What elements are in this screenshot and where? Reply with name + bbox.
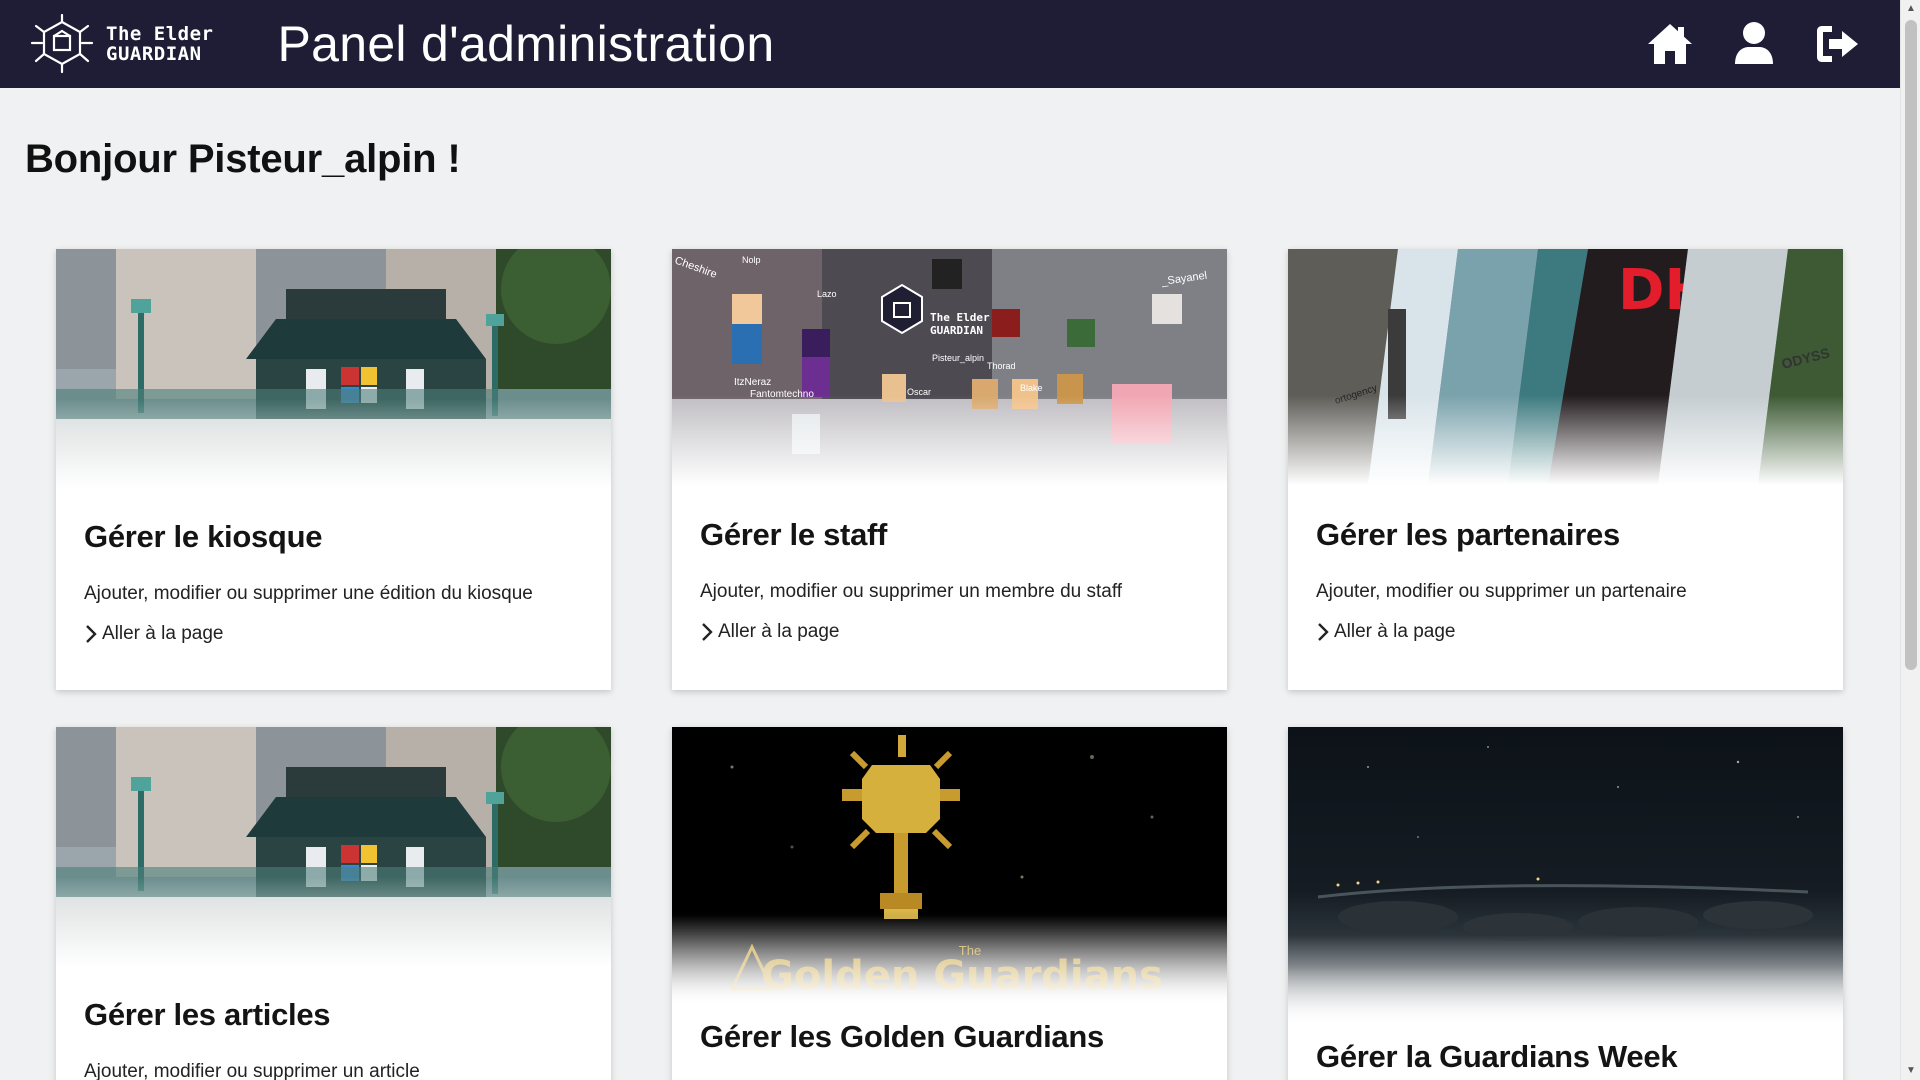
scrollbar-thumb[interactable]	[1905, 20, 1917, 670]
home-icon	[1648, 24, 1692, 64]
golden-guardians-image: The Golden Guardians	[672, 727, 1227, 1005]
logo-line-1: The Elder	[106, 23, 214, 45]
card-image-staff: The Elder GUARDIAN Cheshire Nolp Lazo Pi…	[672, 249, 1227, 485]
greeting-heading: Bonjour Pisteur_alpin !	[25, 137, 461, 181]
card-image-partenaires: DH ODYSS ortogency	[1288, 249, 1843, 485]
staff-name-label: Lazo	[817, 289, 837, 299]
card-description: Ajouter, modifier ou supprimer une éditi…	[84, 583, 533, 604]
golden-image-title-text: Golden Guardians	[761, 953, 1163, 999]
staff-name-label: Pisteur_alpin	[932, 353, 984, 363]
card-title: Gérer les Golden Guardians	[700, 1019, 1104, 1054]
home-button[interactable]	[1646, 20, 1694, 68]
link-label: Aller à la page	[718, 621, 840, 642]
page-title: Panel d'administration	[277, 16, 775, 72]
guardians-week-night-image	[1288, 727, 1843, 1025]
card-golden-guardians: The Golden Guardians Gérer les Golden Gu…	[672, 727, 1227, 1080]
card-guardians-week: Gérer la Guardians Week	[1288, 727, 1843, 1080]
chevron-right-icon	[1318, 623, 1329, 641]
card-image-kiosque	[56, 249, 611, 489]
header-actions	[1646, 0, 1862, 88]
card-body-guardians-week: Gérer la Guardians Week	[1288, 1039, 1843, 1075]
partners-collage-image: DH ODYSS ortogency	[1288, 249, 1843, 485]
guardian-logo-icon	[30, 14, 94, 74]
go-to-page-link-kiosque[interactable]: Aller à la page	[84, 623, 583, 645]
card-title: Gérer le kiosque	[84, 519, 323, 554]
staff-image-logo-line2: GUARDIAN	[930, 324, 983, 337]
staff-image-logo-line1: The Elder	[930, 311, 990, 324]
link-label: Aller à la page	[102, 623, 224, 644]
page-scrollbar[interactable]: ▲ ▼	[1900, 0, 1920, 1080]
card-kiosque: Gérer le kiosque Ajouter, modifier ou su…	[56, 249, 611, 690]
card-partenaires: DH ODYSS ortogency Gérer les partenaires…	[1288, 249, 1843, 690]
card-title: Gérer les partenaires	[1316, 517, 1620, 552]
scroll-down-arrow-icon[interactable]: ▼	[1901, 1062, 1920, 1080]
card-body-articles: Gérer les articles Ajouter, modifier ou …	[56, 997, 611, 1080]
logo-line-2: GUARDIAN	[106, 43, 202, 65]
top-navbar: The Elder GUARDIAN Panel d'administratio…	[0, 0, 1900, 88]
user-icon	[1735, 22, 1773, 64]
staff-name-label: Fantomtechno	[750, 389, 814, 400]
site-logo[interactable]: The Elder GUARDIAN	[30, 0, 213, 88]
profile-button[interactable]	[1730, 20, 1778, 68]
link-label: Aller à la page	[1334, 621, 1456, 642]
card-staff: The Elder GUARDIAN Cheshire Nolp Lazo Pi…	[672, 249, 1227, 690]
logout-button[interactable]	[1814, 20, 1862, 68]
card-description: Ajouter, modifier ou supprimer un parten…	[1316, 581, 1687, 602]
card-body-staff: Gérer le staff Ajouter, modifier ou supp…	[672, 517, 1227, 643]
kiosk-scene-image	[56, 727, 611, 967]
card-body-partenaires: Gérer les partenaires Ajouter, modifier …	[1288, 517, 1843, 643]
logout-icon	[1817, 26, 1858, 62]
chevron-right-icon	[702, 623, 713, 641]
card-description: Ajouter, modifier ou supprimer un articl…	[84, 1061, 420, 1080]
card-body-golden-guardians: Gérer les Golden Guardians	[672, 1019, 1227, 1055]
scroll-up-arrow-icon[interactable]: ▲	[1901, 0, 1920, 18]
kiosk-scene-image	[56, 249, 611, 489]
go-to-page-link-partenaires[interactable]: Aller à la page	[1316, 621, 1815, 643]
card-title: Gérer la Guardians Week	[1316, 1039, 1678, 1074]
card-image-golden-guardians: The Golden Guardians	[672, 727, 1227, 1005]
card-title: Gérer les articles	[84, 997, 331, 1032]
golden-image-small-text: The	[959, 943, 981, 958]
chevron-right-icon	[86, 625, 97, 643]
card-articles: Gérer les articles Ajouter, modifier ou …	[56, 727, 611, 1080]
staff-group-image: The Elder GUARDIAN Cheshire Nolp Lazo Pi…	[672, 249, 1227, 485]
staff-name-label: ItzNeraz	[734, 377, 771, 388]
staff-name-label: Thorad	[987, 361, 1016, 371]
card-image-articles	[56, 727, 611, 967]
card-image-guardians-week	[1288, 727, 1843, 1025]
card-description: Ajouter, modifier ou supprimer un membre…	[700, 581, 1123, 602]
admin-page: The Elder GUARDIAN Panel d'administratio…	[0, 0, 1920, 1080]
card-title: Gérer le staff	[700, 517, 888, 552]
staff-name-label: Blake	[1020, 383, 1043, 393]
staff-name-label: Nolp	[742, 255, 761, 265]
logo-wordmark: The Elder GUARDIAN	[106, 24, 213, 64]
staff-name-label: Oscar	[907, 387, 931, 397]
go-to-page-link-staff[interactable]: Aller à la page	[700, 621, 1199, 643]
card-body-kiosque: Gérer le kiosque Ajouter, modifier ou su…	[56, 519, 611, 645]
